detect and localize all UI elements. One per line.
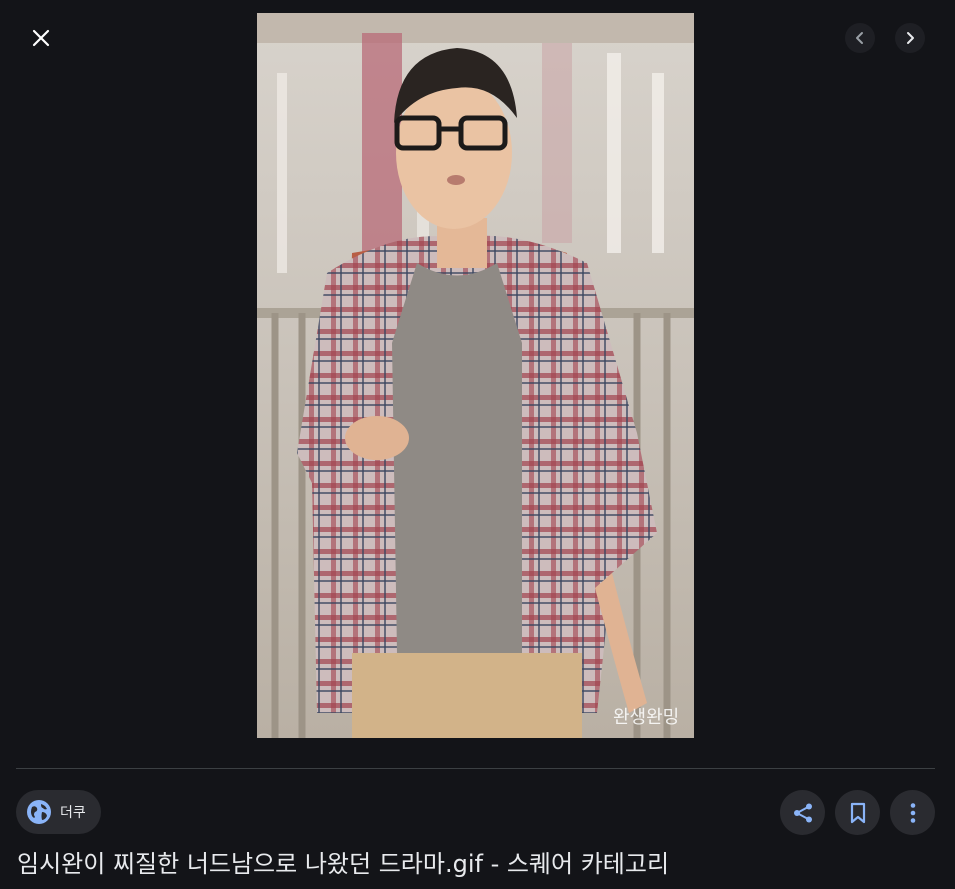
image-viewer: 완생완밍 더쿠 임시완이 찌질한 너드남으로 나왔던 드라마.gif - 스퀘어… [0,0,955,889]
image-title[interactable]: 임시완이 찌질한 너드남으로 나왔던 드라마.gif - 스퀘어 카테고리 [17,846,937,882]
main-image[interactable]: 완생완밍 [257,13,694,738]
next-button[interactable] [895,23,925,53]
close-button[interactable] [23,20,59,56]
photo-illustration: 완생완밍 [257,13,694,738]
share-button[interactable] [780,790,825,835]
previous-button[interactable] [845,23,875,53]
bookmark-icon [850,802,865,823]
save-button[interactable] [835,790,880,835]
chevron-left-icon [856,32,863,44]
more-vert-icon [910,802,915,823]
globe-icon [26,799,52,825]
chevron-right-icon [907,32,914,44]
image-watermark: 완생완밍 [613,707,679,728]
share-icon [793,803,812,822]
more-options-button[interactable] [890,790,935,835]
close-icon [32,29,50,47]
source-name: 더쿠 [60,805,86,821]
divider [16,768,935,769]
source-chip[interactable]: 더쿠 [16,790,101,834]
